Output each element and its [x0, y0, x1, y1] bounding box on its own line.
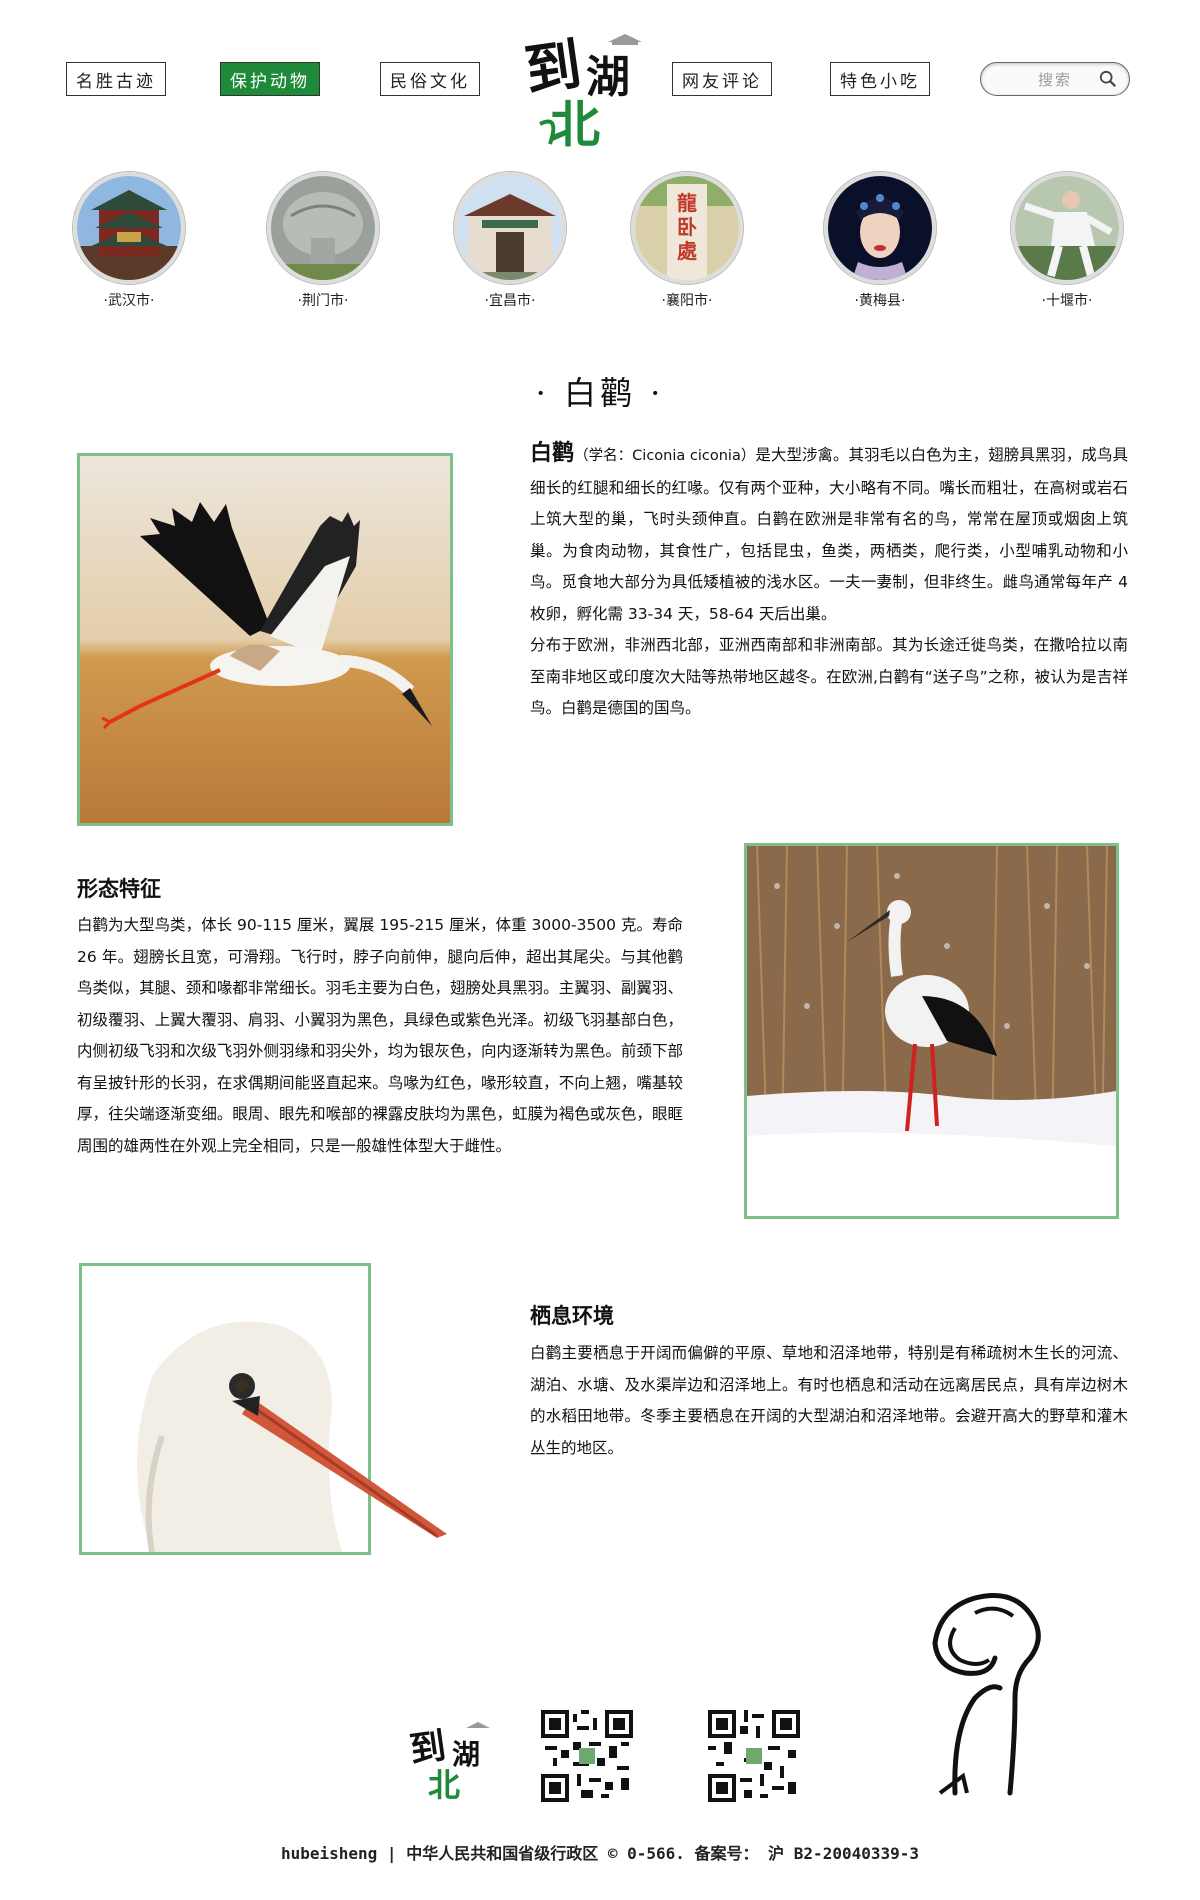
city-label: ·襄阳市· [661, 293, 713, 309]
svg-text:卧: 卧 [677, 215, 697, 239]
city-wuhan[interactable]: ·武汉市· [64, 172, 194, 310]
city-image-jingmen [267, 172, 379, 284]
intro-text: 白鹳（学名：Ciconia ciconia）是大型涉禽。其羽毛以白色为主，翅膀具… [530, 438, 1128, 725]
qr-code-1 [541, 1710, 633, 1802]
stork-head-photo [79, 1263, 447, 1555]
footer-logo[interactable]: 到 湖 北 [407, 1710, 498, 1804]
city-yichang[interactable]: ·宜昌市· [445, 172, 575, 310]
search-input[interactable]: 搜索 [980, 62, 1130, 96]
section-heading-habitat: 栖息环境 [530, 1304, 614, 1328]
svg-text:北: 北 [550, 95, 600, 154]
qr-code-2 [708, 1710, 800, 1802]
page-title: · 白鹳 · [535, 374, 665, 412]
section-heading-morphology: 形态特征 [77, 877, 161, 901]
city-label: ·武汉市· [103, 293, 155, 309]
city-image-xiangyang: 龍 卧 處 [631, 172, 743, 284]
city-image-huangmei [824, 172, 936, 284]
species-name: 白鹳 [530, 441, 575, 466]
nav-item-snacks[interactable]: 特色小吃 [830, 62, 930, 96]
city-image-wuhan [73, 172, 185, 284]
morphology-text: 白鹳为大型鸟类，体长 90-115 厘米，翼展 195-215 厘米，体重 30… [77, 916, 683, 1155]
city-image-yichang [454, 172, 566, 284]
scientific-name: （学名：Ciconia ciconia） [574, 448, 756, 464]
city-xiangyang[interactable]: 龍 卧 處 ·襄阳市· [622, 172, 752, 310]
nav-item-folk-culture[interactable]: 民俗文化 [380, 62, 480, 96]
stork-snow-photo [744, 843, 1119, 1219]
footer-copyright: hubeisheng | 中华人民共和国省级行政区 © 0-566. 备案号： … [280, 1844, 920, 1863]
intro-paragraph-2: 分布于欧洲，非洲西北部，亚洲西南部和非洲南部。其为长途迁徙鸟类，在撒哈拉以南至南… [530, 636, 1128, 717]
svg-text:龍: 龍 [677, 191, 697, 215]
intro-paragraph-1: 是大型涉禽。其羽毛以白色为主，翅膀具黑羽，成鸟具细长的红腿和细长的红喙。仅有两个… [530, 446, 1128, 623]
city-shiyan[interactable]: ·十堰市· [1002, 172, 1132, 310]
habitat-text: 白鹳主要栖息于开阔而偏僻的平原、草地和沼泽地带，特别是有稀疏树木生长的河流、湖泊… [530, 1344, 1128, 1457]
crane-line-drawing [932, 1593, 1041, 1796]
stork-flying-photo [77, 453, 453, 826]
svg-text:到: 到 [521, 31, 586, 104]
city-label: ·十堰市· [1041, 293, 1093, 309]
nav-item-scenic[interactable]: 名胜古迹 [66, 62, 166, 96]
city-jingmen[interactable]: ·荆门市· [258, 172, 388, 310]
nav-item-comments[interactable]: 网友评论 [672, 62, 772, 96]
nav-item-protected-animals[interactable]: 保护动物 [220, 62, 320, 96]
search-placeholder: 搜索 [1037, 70, 1072, 89]
svg-text:到: 到 [408, 1725, 448, 1772]
site-logo[interactable]: 到 湖 北 [520, 14, 655, 154]
city-label: ·宜昌市· [484, 293, 536, 309]
svg-text:處: 處 [677, 239, 697, 263]
city-huangmei[interactable]: ·黄梅县· [815, 172, 945, 310]
search-icon[interactable] [1099, 70, 1117, 88]
city-label: ·荆门市· [297, 293, 349, 309]
svg-text:北: 北 [428, 1766, 460, 1802]
city-label: ·黄梅县· [854, 293, 906, 309]
city-image-shiyan [1011, 172, 1123, 284]
